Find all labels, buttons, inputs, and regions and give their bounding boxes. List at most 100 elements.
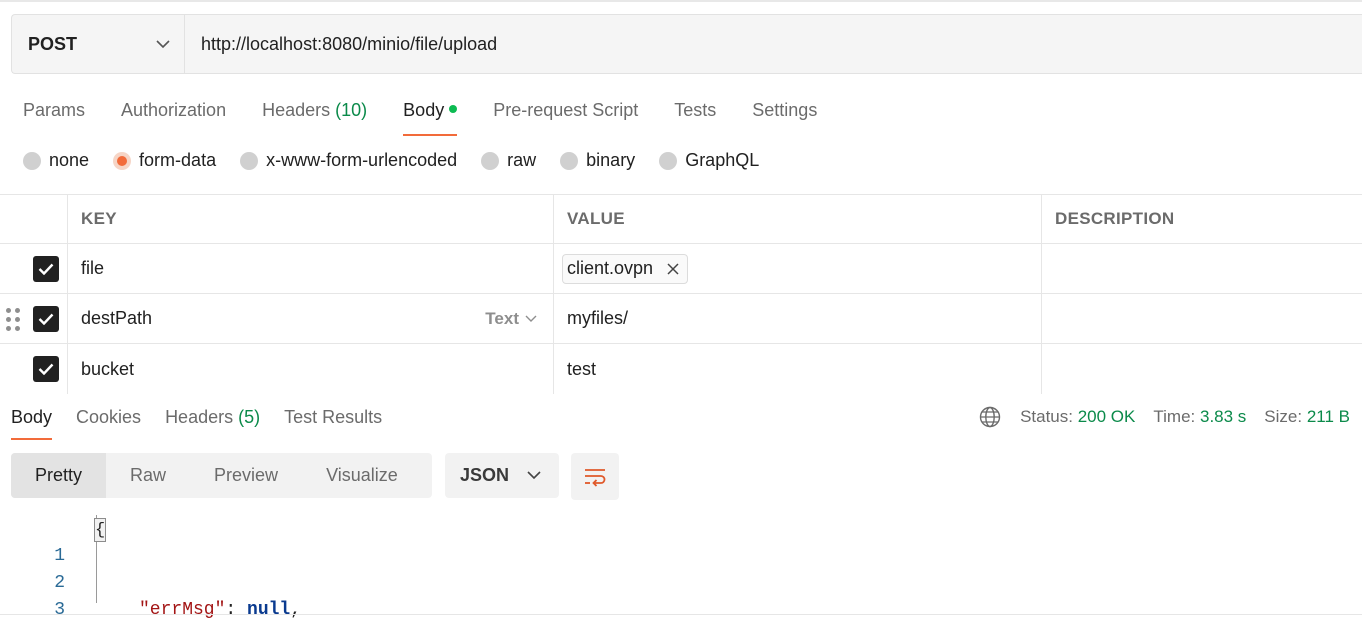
tab-body[interactable]: Body [403,96,458,138]
key-cell[interactable]: bucket [67,344,553,394]
row-checkbox[interactable] [32,255,59,282]
row-checkbox[interactable] [32,305,59,332]
time-label: Time: [1153,407,1196,426]
file-name: client.ovpn [567,258,654,278]
response-tabs: Body Cookies Headers (5) Test Results [11,403,406,440]
wrap-lines-button[interactable] [571,453,619,500]
view-mode-visualize[interactable]: Visualize [302,453,422,498]
table-header-row: KEY VALUE DESCRIPTION [0,194,1362,244]
time-value: 3.83 s [1199,407,1247,426]
close-icon[interactable] [667,262,679,275]
header-check-cell [0,195,67,243]
radio-button[interactable] [560,151,579,170]
table-row: file client.ovpn [0,244,1362,294]
body-type-raw[interactable]: raw [481,150,536,171]
body-type-radio-group: none form-data x-www-form-urlencoded raw… [23,150,783,171]
view-mode-pretty[interactable]: Pretty [11,453,107,498]
description-cell[interactable] [1041,344,1362,394]
bottom-divider [0,614,1362,615]
request-url-bar: POST http://localhost:8080/minio/file/up… [11,14,1362,74]
value-cell[interactable]: myfiles/ [553,294,1041,343]
headers-count: (10) [335,100,368,120]
view-mode-preview[interactable]: Preview [190,453,302,498]
checkmark-icon [38,313,53,325]
radio-button[interactable] [481,151,500,170]
key-text: destPath [81,308,153,328]
open-brace: { [94,518,106,542]
status-value: 200 OK [1077,407,1136,426]
description-cell[interactable] [1041,294,1362,343]
line-number: 3 [54,600,65,620]
key-type-label: Text [485,308,519,328]
checkmark-icon [38,363,53,375]
json-value: null [247,600,291,620]
url-input[interactable]: http://localhost:8080/minio/file/upload [185,15,1362,73]
format-label: JSON [460,465,510,485]
chevron-down-icon [525,315,537,322]
table-row: destPath Text myfiles/ [0,294,1362,344]
response-headers-count: (5) [238,407,261,427]
key-cell[interactable]: destPath Text [67,294,553,343]
globe-icon[interactable] [979,406,1001,428]
size-label: Size: [1264,407,1303,426]
response-status-bar: Status: 200 OK Time: 3.83 s Size: 211 B [979,403,1350,431]
radio-button[interactable] [23,151,41,170]
table-row: bucket test [0,344,1362,394]
response-tab-test-results[interactable]: Test Results [284,403,382,431]
key-text: bucket [81,358,135,379]
method-select[interactable]: POST [12,15,185,73]
value-text: test [567,358,597,379]
description-cell[interactable] [1041,244,1362,293]
radio-button-checked[interactable] [113,151,132,170]
key-cell[interactable]: file [67,244,553,293]
chevron-down-icon [156,39,170,48]
code-line: 3 "success": true, [0,570,400,620]
column-header-key: KEY [81,209,117,228]
size-value: 211 B [1306,407,1350,426]
column-header-value: VALUE [567,209,625,228]
url-text: http://localhost:8080/minio/file/upload [201,33,498,54]
check-cell [0,294,67,343]
status-label: Status: [1020,407,1073,426]
tab-params[interactable]: Params [23,96,85,138]
body-type-graphql[interactable]: GraphQL [659,150,759,171]
file-chip: client.ovpn [562,253,689,284]
body-modified-dot [449,105,458,113]
header-value-cell: VALUE [553,195,1041,243]
tab-authorization[interactable]: Authorization [121,96,226,138]
body-type-none[interactable]: none [23,150,89,171]
view-mode-raw[interactable]: Raw [106,453,190,498]
value-text: myfiles/ [567,308,629,328]
header-key-cell: KEY [67,195,553,243]
body-type-urlencoded[interactable]: x-www-form-urlencoded [240,150,457,171]
row-checkbox[interactable] [32,356,59,382]
tab-tests[interactable]: Tests [674,96,716,138]
code-line: 2 "errMsg": null, [0,543,400,620]
code-line: 1 { [0,516,200,566]
radio-button[interactable] [659,151,678,170]
key-type-select[interactable]: Text [485,309,537,329]
top-divider [0,0,1362,2]
body-type-binary[interactable]: binary [560,150,635,171]
key-text: file [81,258,105,278]
json-key: "errMsg" [139,600,226,620]
view-mode-segmented: Pretty Raw Preview Visualize [11,453,432,498]
radio-button[interactable] [240,151,259,170]
value-cell[interactable]: test [553,344,1041,394]
format-select[interactable]: JSON [445,453,559,498]
wrap-lines-icon [585,468,606,487]
response-tab-body[interactable]: Body [11,403,53,440]
response-code-view: 1 { 2 "errMsg": null, 3 "success": true, [0,515,1362,621]
tab-pre-request-script[interactable]: Pre-request Script [493,96,638,138]
tab-headers[interactable]: Headers (10) [262,96,367,138]
body-type-form-data[interactable]: form-data [113,150,216,171]
checkmark-icon [38,263,53,275]
tab-settings[interactable]: Settings [752,96,817,138]
check-cell [0,344,67,394]
response-tab-cookies[interactable]: Cookies [76,403,141,431]
check-cell [0,244,67,293]
form-data-table: KEY VALUE DESCRIPTION file client.ovpn d… [0,194,1362,394]
request-tabs: Params Authorization Headers (10) Body P… [23,96,853,138]
value-cell[interactable]: client.ovpn [553,244,1041,293]
response-tab-headers[interactable]: Headers (5) [165,403,260,431]
